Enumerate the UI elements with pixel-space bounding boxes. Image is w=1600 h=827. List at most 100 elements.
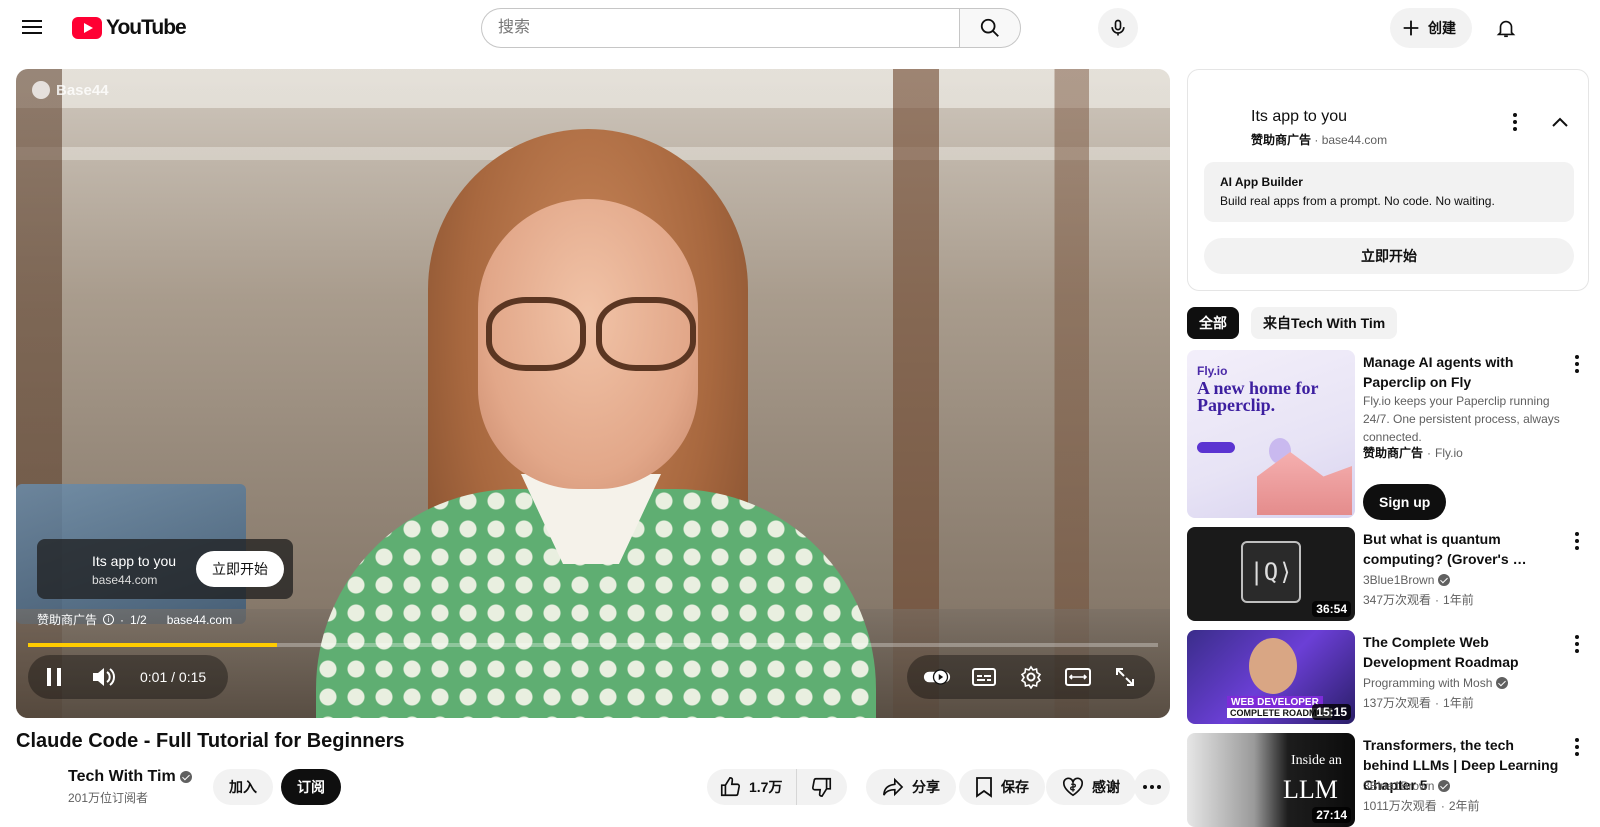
autoplay-toggle[interactable] [923,663,951,691]
ad-panel-menu-button[interactable] [1503,110,1527,134]
rec-views: 137万次观看 [1363,696,1432,710]
more-actions-button[interactable] [1134,769,1170,805]
fly-headline-text: A new home for Paperclip. [1197,378,1319,415]
rec-ad-sponsored: 赞助商广告 [1363,446,1424,460]
channel-avatar[interactable] [16,768,56,808]
watermark-text: Base44 [56,81,109,99]
thumbs-down-icon [812,777,832,797]
search-input[interactable] [481,8,959,48]
ad-info-bar: 赞助商广告 i · 1/2 base44.com [37,611,232,628]
rec-stats: 347万次观看 · 1年前 [1363,591,1474,609]
voice-search-button[interactable] [1098,8,1138,48]
subscribe-button[interactable]: 订阅 [281,769,341,805]
fullscreen-button[interactable] [1111,663,1139,691]
create-label: 创建 [1428,20,1456,36]
save-button[interactable]: 保存 [959,769,1045,805]
sponsored-thumbnail[interactable]: Fly.io A new home for Paperclip. [1187,350,1355,518]
settings-button[interactable] [1017,663,1045,691]
rec-channel[interactable]: Programming with Mosh [1363,674,1509,692]
volume-button[interactable] [90,663,118,691]
in-video-ad-card[interactable]: Its app to you base44.com 立即开始 [37,539,293,599]
progress-bar[interactable] [28,643,1158,647]
video-thumbnail[interactable]: Inside an LLM 27:14 [1187,733,1355,827]
video-frame-glasses [486,297,696,371]
video-thumbnail[interactable]: |Q⟩ 36:54 [1187,527,1355,621]
youtube-play-icon [72,17,102,39]
ad-counter: 1/2 [130,612,147,627]
ad-panel-cta-button[interactable]: 立即开始 [1204,238,1574,274]
rec-menu-button[interactable] [1565,632,1589,656]
create-button[interactable]: 创建 [1390,8,1472,48]
rec-views: 1011万次观看 [1363,799,1437,813]
rec-menu-button[interactable] [1565,529,1589,553]
rec-bullet: · [1440,799,1445,813]
join-button[interactable]: 加入 [213,769,273,805]
thumb-text: |Q⟩ [1241,541,1301,603]
sign-up-button[interactable]: Sign up [1363,484,1447,520]
rec-title[interactable]: Manage AI agents with Paperclip on Fly [1363,352,1563,392]
verified-icon [1438,780,1451,792]
like-button[interactable]: 1.7万 [707,769,796,805]
ad-card-title: Its app to you [92,553,177,569]
share-button[interactable]: 分享 [866,769,956,805]
rec-title[interactable]: But what is quantum computing? (Grover's… [1363,529,1563,569]
rec-channel-name: 3Blue1Brown [1363,779,1435,793]
chip-from-channel[interactable]: 来自Tech With Tim [1251,307,1398,339]
fly-brand-text: Fly.io [1197,364,1228,378]
video-player[interactable]: Base44 Its app to you base44.com 立即开始 赞助… [16,69,1170,718]
pause-button[interactable] [40,663,68,691]
theater-icon [1065,668,1092,686]
rec-title[interactable]: The Complete Web Development Roadmap [1363,632,1563,672]
search-button[interactable] [959,8,1021,48]
info-icon[interactable]: i [103,614,115,625]
verified-icon [1496,677,1509,689]
rec-menu-button[interactable] [1565,735,1589,759]
ad-panel-bullet: · [1314,133,1319,147]
ad-panel-meta: 赞助商广告 · base44.com [1251,131,1387,148]
channel-name-link[interactable]: Tech With Tim [68,768,192,786]
time-separator: / [171,669,176,685]
thumb-button-graphic [1197,442,1235,453]
youtube-logo[interactable]: YouTube [72,16,187,40]
list-item[interactable]: WEB DEVELOPER COMPLETE ROADMAP 15:15 The… [1187,630,1589,724]
sponsored-recommendation[interactable]: Fly.io A new home for Paperclip. Manage … [1187,350,1589,520]
thumb-text-small: Inside an [1291,753,1342,768]
video-thumbnail[interactable]: WEB DEVELOPER COMPLETE ROADMAP 15:15 [1187,630,1355,724]
gear-icon [1020,665,1042,689]
theater-mode-button[interactable] [1064,663,1092,691]
dislike-button[interactable] [796,769,847,805]
rec-ad-meta: 赞助商广告 · Fly.io [1363,444,1463,462]
more-vertical-icon [1513,113,1517,131]
ad-panel-title[interactable]: Its app to you [1251,108,1347,126]
filter-chips: 全部 来自Tech With Tim [1187,307,1398,339]
volume-icon [93,668,115,686]
rec-stats: 137万次观看 · 1年前 [1363,694,1474,712]
thanks-button[interactable]: 感谢 [1046,769,1136,805]
more-horizontal-icon [1143,785,1161,789]
channel-name: Tech With Tim [68,768,176,785]
rec-menu-button[interactable] [1565,352,1589,376]
rec-channel[interactable]: 3Blue1Brown [1363,777,1451,795]
duration-badge: 36:54 [1312,601,1351,617]
list-item[interactable]: |Q⟩ 36:54 But what is quantum computing?… [1187,527,1589,621]
rec-ad-description: Fly.io keeps your Paperclip running 24/7… [1363,394,1560,444]
rec-channel-name: Programming with Mosh [1363,676,1493,690]
ad-card-domain: base44.com [92,573,158,587]
subtitles-button[interactable] [970,663,998,691]
rec-channel[interactable]: 3Blue1Brown [1363,571,1451,589]
ad-panel-info-box[interactable]: AI App Builder Build real apps from a pr… [1204,162,1574,222]
list-item[interactable]: Inside an LLM 27:14 Transformers, the te… [1187,733,1589,827]
chip-all[interactable]: 全部 [1187,307,1239,339]
ad-card-cta-button[interactable]: 立即开始 [196,551,284,587]
brand-watermark: Base44 [32,81,109,99]
presenter-graphic [1249,638,1297,694]
plus-icon [1403,20,1419,36]
search-icon [980,18,999,37]
search-bar [481,8,1021,48]
more-vertical-icon [1575,738,1579,756]
ad-domain-link[interactable]: base44.com [167,613,232,627]
menu-icon[interactable] [20,16,44,40]
notifications-button[interactable] [1486,8,1526,48]
ad-panel-collapse-button[interactable] [1548,110,1572,134]
duration-badge: 15:15 [1312,704,1351,720]
